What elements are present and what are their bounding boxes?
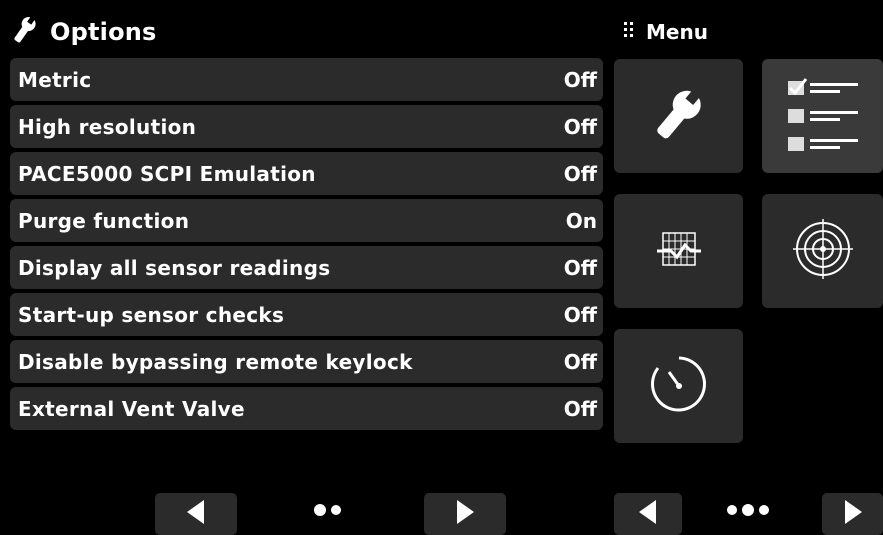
option-row-high-resolution[interactable]: High resolution Off (10, 105, 603, 148)
options-list-tile[interactable] (762, 59, 883, 173)
option-value: Off (563, 302, 597, 327)
option-label: Start-up sensor checks (18, 302, 285, 327)
option-row-external-vent-valve[interactable]: External Vent Valve Off (10, 387, 603, 430)
wrench-icon (644, 84, 714, 148)
option-row-disable-bypass-keylock[interactable]: Disable bypassing remote keylock Off (10, 340, 603, 383)
options-list: Metric Off High resolution Off PACE5000 … (10, 58, 603, 434)
option-label: Purge function (18, 208, 190, 233)
option-label: Metric (18, 67, 92, 92)
menu-prev-button[interactable] (614, 493, 682, 535)
option-row-startup-sensor-checks[interactable]: Start-up sensor checks Off (10, 293, 603, 336)
page-dot (727, 505, 737, 515)
target-icon (792, 218, 854, 284)
triangle-left-icon (187, 500, 205, 528)
option-label: External Vent Valve (18, 396, 245, 421)
option-value: Off (563, 349, 597, 374)
timer-tile[interactable] (614, 329, 743, 443)
option-row-purge-function[interactable]: Purge function On (10, 199, 603, 242)
triangle-right-icon (456, 500, 474, 528)
option-row-scpi-emulation[interactable]: PACE5000 SCPI Emulation Off (10, 152, 603, 195)
options-page-indicator (314, 504, 341, 516)
stopwatch-icon (647, 352, 711, 420)
option-value: Off (563, 396, 597, 421)
option-label: PACE5000 SCPI Emulation (18, 161, 316, 186)
page-dot (759, 505, 769, 515)
option-value: Off (563, 114, 597, 139)
option-row-metric[interactable]: Metric Off (10, 58, 603, 101)
grip-dots-icon (624, 22, 634, 42)
page-dot (314, 504, 326, 516)
option-value: Off (563, 161, 597, 186)
menu-title: Menu (624, 16, 708, 48)
menu-next-button[interactable] (822, 493, 883, 535)
menu-title-text: Menu (646, 20, 708, 44)
option-label: High resolution (18, 114, 197, 139)
triangle-left-icon (639, 500, 657, 528)
settings-wrench-tile[interactable] (614, 59, 743, 173)
menu-page-indicator (727, 504, 769, 516)
option-label: Disable bypassing remote keylock (18, 349, 413, 374)
options-next-button[interactable] (424, 493, 506, 535)
triangle-right-icon (844, 500, 862, 528)
option-value: On (565, 208, 597, 233)
options-prev-button[interactable] (155, 493, 237, 535)
target-tile[interactable] (762, 194, 883, 308)
page-title: Options (8, 14, 157, 50)
option-label: Display all sensor readings (18, 255, 331, 280)
option-value: Off (563, 67, 597, 92)
checklist-icon (778, 69, 868, 163)
page-dot (331, 505, 341, 515)
option-value: Off (563, 255, 597, 280)
option-row-display-all-sensors[interactable]: Display all sensor readings Off (10, 246, 603, 289)
chart-tile[interactable] (614, 194, 743, 308)
chart-graph-icon (656, 231, 701, 271)
page-dot (742, 504, 754, 516)
page-title-text: Options (50, 18, 157, 46)
wrench-icon (8, 15, 42, 49)
